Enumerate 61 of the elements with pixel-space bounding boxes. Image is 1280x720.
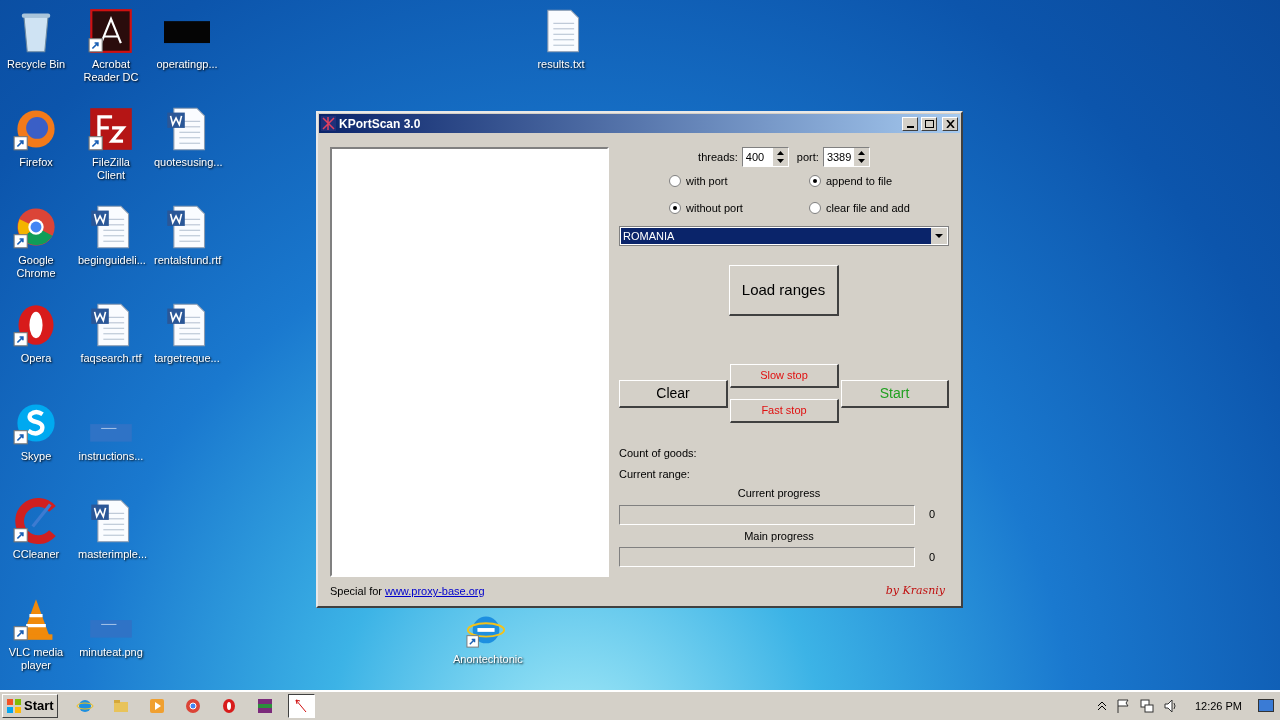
network-icon[interactable] [1138,698,1155,714]
port-field[interactable]: 3389 [822,147,870,167]
taskbar-app[interactable] [287,694,315,718]
spinner-arrows-icon[interactable] [772,148,788,166]
close-icon [945,119,955,128]
radio-label: append to file [826,174,893,189]
icon-label: Skype [20,450,52,463]
icon-label: results.txt [537,58,585,71]
icon-label: Firefox [19,156,53,169]
flag-icon[interactable] [1114,698,1131,714]
icon-label: rentalsfund.rtf [154,254,220,267]
icon-label: masterimple... [78,548,144,561]
progress-label: Main progress [744,528,814,544]
icon-label: CCleaner [12,548,60,561]
field-label: port: [796,149,819,165]
icon-label: Opera [20,352,52,365]
radio-button[interactable] [669,175,681,188]
threads-field[interactable]: 400 [741,147,789,167]
icon-label: minuteat.png [79,646,143,659]
progress-value: 0 [929,549,936,565]
icon-label: Google Chrome [15,254,57,280]
field-label: threads: [698,149,738,165]
radio-label: without port [686,200,743,216]
radio-button[interactable] [669,201,681,214]
minimize-button[interactable] [902,116,918,131]
footer-text: Special for [330,584,382,599]
icon-label: targetreque... [154,352,220,365]
icon-label: Acrobat Reader DC [82,58,140,84]
show-desktop-icon[interactable] [1258,699,1274,713]
window-title: KPortScan 3.0 [339,115,422,133]
count-label: Count of goods: [619,446,698,461]
load-ranges-button[interactable]: Load ranges [729,265,839,316]
radio-button[interactable] [809,201,821,214]
icon-label: quotesusing... [154,156,220,169]
progress-label: Current progress [737,486,821,501]
website-link[interactable]: www.proxy-base.org [385,583,485,600]
radio-button[interactable] [809,175,821,188]
chevron-up-icon[interactable] [1096,700,1107,712]
start-button[interactable]: Start [2,694,58,718]
author-signature: by Krasniy [885,583,945,599]
clear-button[interactable]: Clear [619,379,728,408]
windows-logo-icon [6,698,22,714]
range-label: Current range: [619,466,691,482]
icon-label: instructions... [78,450,144,463]
close-button[interactable] [942,116,958,131]
icon-label: beginguideli... [78,254,144,267]
clock[interactable]: 12:26 PM [1194,697,1242,715]
maximize-button[interactable] [921,116,937,131]
icon-label: FileZilla Client [91,156,131,182]
country-dropdown[interactable]: ROMANIA [619,226,949,246]
radio-label: clear file and add [826,200,910,216]
minimize-icon [906,125,914,128]
icon-label: faqsearch.rtf [80,352,142,365]
icon-label: VLC media player [7,646,65,672]
spinner-arrows-icon[interactable] [853,148,869,166]
radio-label: with port [686,174,728,189]
speaker-icon[interactable] [1162,698,1179,714]
maximize-icon [924,119,934,128]
icon-label: operatingp... [156,58,218,71]
progress-value: 0 [929,507,936,523]
icon-label: Recycle Bin [6,58,66,71]
